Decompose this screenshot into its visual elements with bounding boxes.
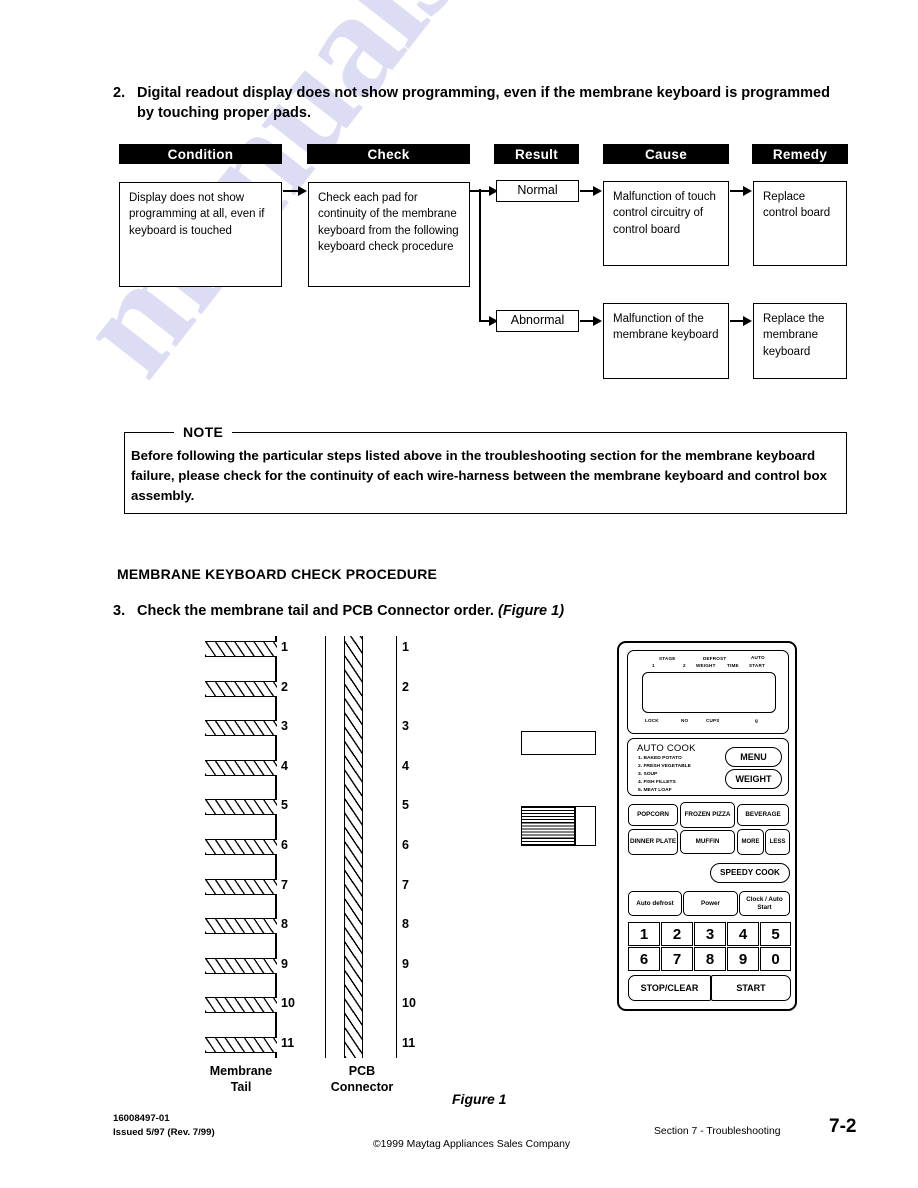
gram-indicator-label: g [755, 718, 759, 723]
muffin-button[interactable]: MUFFIN [680, 830, 735, 854]
footer-left: 16008497-01 Issued 5/97 (Rev. 7/99) [113, 1112, 215, 1141]
membrane-tail-pin-number-9: 9 [281, 956, 288, 971]
pcb-connector-contact-strip [344, 636, 363, 1058]
keypad-button-7[interactable]: 7 [661, 947, 693, 971]
cups-indicator-label: CUPS [706, 718, 720, 723]
pcb-connector-pin-number-7: 7 [402, 877, 409, 892]
auto-cook-item-2: 2. FRESH VEGETABLE [638, 764, 691, 769]
membrane-tail-contact-6 [205, 839, 277, 855]
pcb-connector-pin-number-10: 10 [402, 996, 416, 1011]
membrane-tail-label-line2: Tail [230, 1079, 252, 1094]
ribbon-connector-tab [575, 806, 596, 846]
auto-cook-item-4: 4. FISH FILLETS [638, 780, 676, 785]
membrane-tail-pin-number-10: 10 [281, 996, 295, 1011]
keypad-button-0[interactable]: 0 [760, 947, 791, 971]
pcb-connector-pin-number-2: 2 [402, 679, 409, 694]
weight-button[interactable]: WEIGHT [725, 769, 782, 789]
power-button[interactable]: Power [683, 891, 738, 916]
pcb-connector-pin-number-9: 9 [402, 956, 409, 971]
defrost-weight-label: WEIGHT [696, 663, 716, 668]
lcd-readout [642, 672, 776, 713]
membrane-tail-contact-10 [205, 997, 277, 1014]
footer-doc-number: 16008497-01 [113, 1113, 170, 1124]
pcb-connector-pin-number-5: 5 [402, 798, 409, 813]
footer-copyright: ©1999 Maytag Appliances Sales Company [373, 1139, 571, 1150]
membrane-tail-contact-5 [205, 799, 277, 816]
membrane-tail-contact-4 [205, 759, 277, 776]
auto-cook-item-1: 1. BAKED POTATO [638, 756, 682, 761]
control-box-connector [521, 731, 596, 755]
footer-section: Section 7 - Troubleshooting [654, 1126, 781, 1137]
auto-start-label-line2: START [749, 663, 765, 668]
keypad-button-1[interactable]: 1 [628, 922, 660, 946]
pcb-connector-label: PCB Connector [307, 1064, 417, 1095]
membrane-tail-contact-1 [205, 641, 277, 657]
membrane-tail-contact-8 [205, 918, 277, 935]
keypad-button-3[interactable]: 3 [694, 922, 726, 946]
pcb-connector-label-line1: PCB [348, 1064, 376, 1078]
membrane-tail-contact-9 [205, 957, 277, 974]
keypad-button-4[interactable]: 4 [727, 922, 759, 946]
membrane-tail-pin-number-1: 1 [281, 640, 288, 654]
stop-clear-button[interactable]: STOP/CLEAR [628, 975, 711, 1001]
membrane-tail-pin-number-4: 4 [281, 758, 288, 773]
stage-group-label: STAGE [659, 656, 676, 661]
keypad-button-6[interactable]: 6 [628, 947, 660, 971]
page-number: 7-2 [829, 1116, 857, 1137]
lock-indicator-label: LOCK [645, 718, 659, 723]
auto-cook-item-3: 3. SOUP [638, 772, 658, 777]
membrane-tail-pin-number-7: 7 [281, 877, 288, 892]
auto-defrost-button[interactable]: Auto defrost [628, 891, 682, 916]
membrane-tail-contact-7 [205, 878, 277, 895]
defrost-time-label: TIME [727, 663, 739, 668]
footer-issued: Issued 5/97 (Rev. 7/99) [113, 1127, 215, 1139]
no-indicator-label: NO [681, 718, 689, 723]
keypad-button-5[interactable]: 5 [760, 922, 791, 946]
pcb-connector-pin-number-6: 6 [402, 838, 409, 852]
keypad-button-8[interactable]: 8 [694, 947, 726, 971]
auto-start-label-line1: AUTO [751, 655, 765, 660]
start-button[interactable]: START [711, 975, 791, 1001]
clock-auto-start-button[interactable]: Clock / Auto Start [739, 891, 790, 916]
keypad-button-2[interactable]: 2 [661, 922, 693, 946]
membrane-tail-ribbon [521, 806, 575, 846]
more-button[interactable]: MORE [737, 829, 764, 855]
membrane-tail-label-line1: Membrane [209, 1064, 273, 1078]
auto-cook-title: AUTO COOK [637, 743, 696, 754]
keypad-button-9[interactable]: 9 [727, 947, 759, 971]
membrane-tail-contact-3 [205, 720, 277, 737]
auto-cook-section: AUTO COOK 1. BAKED POTATO 2. FRESH VEGET… [627, 738, 789, 796]
membrane-tail-pin-number-8: 8 [281, 917, 288, 932]
menu-button[interactable]: MENU [725, 747, 782, 767]
pcb-connector-pin-number-3: 3 [402, 719, 409, 734]
pcb-connector-label-line2: Connector [330, 1079, 394, 1094]
membrane-tail-label: Membrane Tail [188, 1064, 294, 1095]
speedy-cook-button[interactable]: SPEEDY COOK [710, 863, 790, 883]
pcb-connector-pin-number-8: 8 [402, 917, 409, 932]
membrane-tail-pin-number-5: 5 [281, 798, 288, 813]
pcb-connector-pin-number-4: 4 [402, 758, 409, 773]
membrane-tail-pin-number-2: 2 [281, 679, 288, 694]
membrane-tail-pin-number-11: 11 [281, 1036, 295, 1050]
stage-2-label: 2 [683, 663, 686, 668]
popcorn-button[interactable]: POPCORN [628, 804, 678, 826]
membrane-tail-pin-number-3: 3 [281, 719, 288, 734]
defrost-group-label: DEFROST [703, 656, 727, 661]
pcb-connector-pin-number-11: 11 [402, 1036, 416, 1050]
membrane-tail-pin-number-6: 6 [281, 838, 288, 852]
frozen-pizza-button[interactable]: FROZEN PIZZA [680, 802, 735, 828]
figure-caption: Figure 1 [452, 1091, 507, 1107]
beverage-button[interactable]: BEVERAGE [737, 804, 789, 826]
microwave-control-panel: STAGE 1 2 DEFROST WEIGHT TIME AUTO START… [617, 641, 797, 1011]
display-section: STAGE 1 2 DEFROST WEIGHT TIME AUTO START… [627, 650, 789, 734]
pcb-connector-pin-number-1: 1 [402, 640, 409, 654]
auto-cook-item-5: 5. MEAT LOAF [638, 788, 672, 793]
stage-1-label: 1 [652, 663, 655, 668]
membrane-tail-contact-11 [205, 1037, 277, 1053]
less-button[interactable]: LESS [765, 829, 790, 855]
membrane-tail-contact-2 [205, 680, 277, 697]
dinner-plate-button[interactable]: DINNER PLATE [628, 829, 678, 855]
